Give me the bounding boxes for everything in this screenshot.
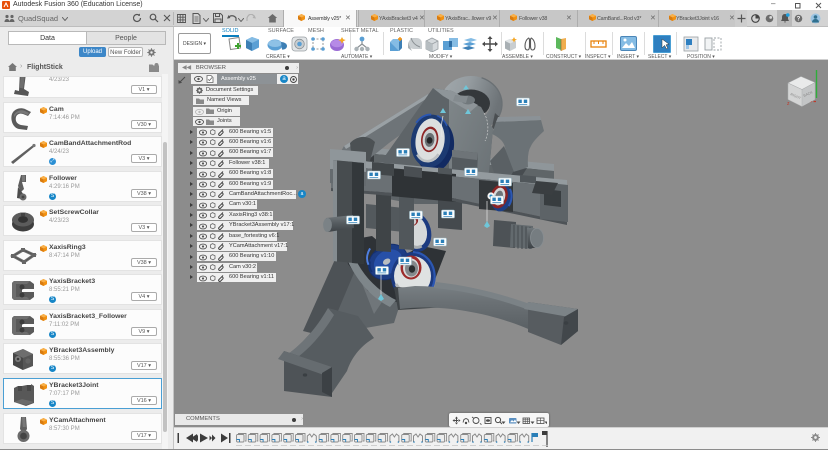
svg-text:?: ? bbox=[797, 17, 801, 23]
svg-text:z: z bbox=[787, 101, 790, 107]
